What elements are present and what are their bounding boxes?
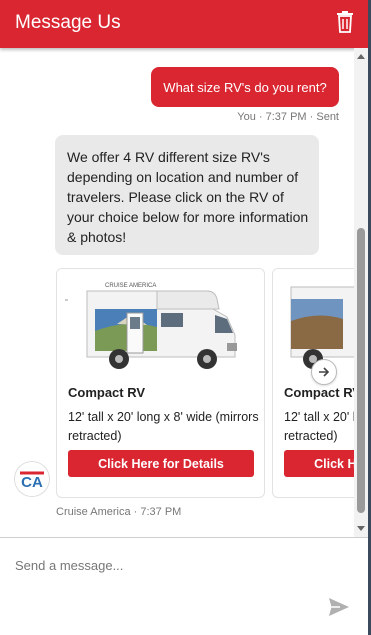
user-message-bubble: What size RV's do you rent?: [151, 67, 339, 107]
trash-icon[interactable]: [336, 11, 354, 33]
user-message-meta: You · 7:37 PM · Sent: [237, 111, 339, 123]
rv-card: CRUISE AMERICA Compact RV 12' tall x 20'…: [56, 268, 265, 498]
message-input[interactable]: [15, 554, 335, 576]
send-icon[interactable]: [328, 597, 350, 617]
chat-header: Message Us: [0, 0, 368, 48]
header-title: Message Us: [15, 12, 121, 33]
svg-text:CRUISE AMERICA: CRUISE AMERICA: [105, 283, 156, 289]
scroll-up-arrow[interactable]: [357, 54, 365, 59]
agent-message-text: We offer 4 RV different size RV's depend…: [67, 149, 309, 245]
scroll-down-arrow[interactable]: [357, 526, 365, 531]
user-message-text: What size RV's do you rent?: [163, 79, 327, 95]
avatar: CA: [15, 462, 49, 496]
rv-card-description: 12' tall x 20' long x 8' wide (mirrors r…: [68, 410, 259, 443]
rv-card-title: Compact RV: [284, 385, 362, 400]
chat-widget: Message Us What size RV's do you rent? Y…: [0, 0, 371, 635]
scrollbar-thumb[interactable]: [357, 228, 365, 513]
message-list[interactable]: What size RV's do you rent? You · 7:37 P…: [0, 48, 368, 537]
details-button[interactable]: Click Here for Details: [68, 450, 254, 477]
chevron-right-icon[interactable]: [311, 359, 337, 385]
rv-image: CRUISE AMERICA: [57, 269, 264, 379]
avatar-logo-text: CA: [21, 474, 43, 491]
agent-message-meta: Cruise America · 7:37 PM: [56, 506, 182, 518]
message-composer: [0, 537, 368, 635]
rv-card-title: Compact RV: [68, 385, 146, 400]
scrollbar[interactable]: [354, 48, 368, 537]
agent-message-bubble: We offer 4 RV different size RV's depend…: [55, 135, 319, 255]
